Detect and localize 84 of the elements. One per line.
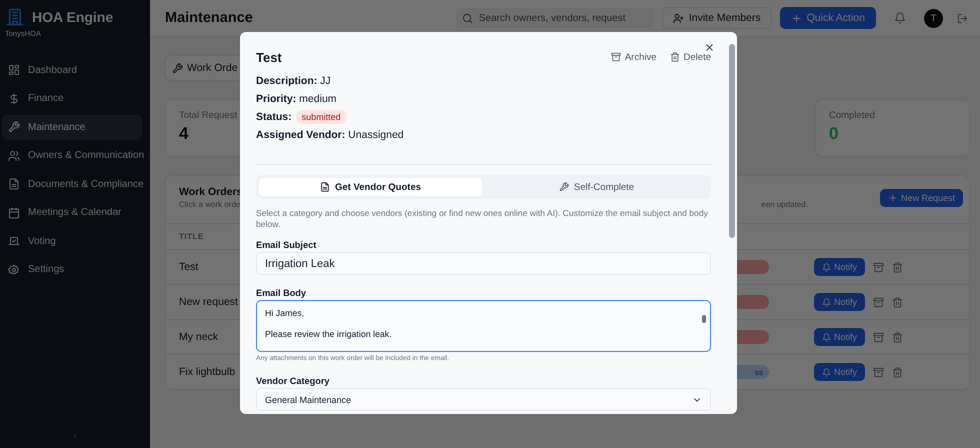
wrench-icon [8, 121, 20, 134]
sidebar-item[interactable]: Documents & Compliance [2, 172, 142, 196]
dashboard-icon [8, 64, 20, 76]
bell-icon [822, 368, 831, 376]
detail-line: Priority: medium [256, 93, 337, 105]
trash-icon [892, 296, 904, 308]
plus-icon [790, 12, 802, 24]
search-field[interactable]: Search owners, vendors, request [456, 8, 654, 28]
trash-icon [670, 52, 680, 62]
bell-icon [822, 332, 831, 342]
bell-icon [822, 298, 831, 306]
scrollbar-thumb[interactable] [702, 315, 706, 323]
status-badge: submitted [296, 110, 347, 124]
vendor-category-select[interactable]: General Maintenance [256, 388, 711, 411]
sidebar-item[interactable]: Maintenance [2, 115, 142, 140]
delete-button[interactable]: Delete [670, 52, 711, 62]
field-label: Email Subject [256, 240, 318, 250]
email-body-field[interactable]: Hi James, Please review the irrigation leak. [256, 300, 711, 352]
close-button[interactable] [704, 42, 715, 53]
invite-members-button[interactable]: Invite Members [662, 7, 772, 29]
notify-button[interactable]: Notify [814, 363, 866, 381]
settings-icon [8, 264, 20, 276]
table-cell: Test [179, 261, 198, 273]
page-title: Maintenance [165, 10, 254, 26]
document-icon [320, 182, 330, 192]
field-label: Vendor Category [256, 376, 331, 386]
dollar-icon [8, 92, 20, 105]
tab[interactable]: Get Vendor Quotes [259, 178, 482, 196]
sidebar-item[interactable]: Owners & Communication [2, 144, 142, 168]
sidebar-item[interactable]: Finance [2, 86, 142, 111]
sidebar-item[interactable]: Meetings & Calendar [2, 200, 142, 225]
bell-icon [822, 262, 831, 272]
section-subtitle: Click a work orde [179, 200, 240, 209]
trash-icon [892, 366, 904, 378]
scrollbar-thumb[interactable] [729, 44, 735, 238]
calendar-icon [8, 206, 20, 219]
app-name: HOA Engine [32, 9, 114, 25]
sidebar-item[interactable]: Voting [2, 229, 142, 254]
trash-icon [892, 332, 904, 342]
tab[interactable]: Self-Complete [485, 178, 708, 196]
stat-value: 4 [179, 124, 188, 144]
detail-line: Assigned Vendor: Unassigned [256, 129, 404, 141]
collapse-chevron-icon [71, 432, 79, 440]
building-logo-icon [6, 8, 24, 26]
stat-label: Total Request [179, 110, 238, 121]
detail-line: Description: JJ [256, 75, 331, 87]
quick-action-button[interactable]: Quick Action [780, 7, 876, 29]
notify-button[interactable]: Notify [814, 328, 866, 346]
archive-icon [610, 52, 621, 62]
stat-label: Completed [829, 110, 875, 121]
search-icon [462, 12, 473, 24]
stat-value: 0 [829, 124, 838, 144]
wrench-icon [558, 182, 569, 192]
archive-icon [873, 262, 884, 272]
section-subtitle: een updated. [761, 200, 808, 209]
ballot-box-icon [8, 235, 20, 248]
table-cell: New request [179, 296, 238, 308]
sidebar-item[interactable]: Dashboard [2, 58, 142, 82]
email-subject-field[interactable]: Irrigation Leak [256, 252, 711, 275]
users-icon [8, 150, 20, 162]
table-cell: Fix lightbulb [179, 366, 236, 378]
detail-label: Status: [256, 111, 292, 123]
wrench-icon [172, 62, 183, 74]
column-header: TITLE [179, 232, 204, 241]
close-icon [704, 42, 715, 53]
archive-button[interactable]: Archive [610, 52, 657, 62]
user-avatar[interactable]: T [924, 8, 943, 28]
sidebar-item[interactable]: Settings [2, 258, 142, 282]
new-request-button[interactable]: New Request [880, 188, 963, 206]
document-icon [8, 178, 20, 190]
archive-icon [873, 366, 884, 378]
notify-button[interactable]: Notify [814, 293, 866, 311]
table-cell: My neck [179, 331, 218, 343]
archive-icon [873, 332, 884, 342]
logout-icon [957, 12, 968, 24]
trash-icon [892, 262, 904, 272]
plus-icon [888, 192, 898, 202]
help-text: Select a category and choose vendors (existing or find new ones online with AI). Customize the email subject and body below. [256, 208, 709, 230]
modal-title: Test [256, 50, 283, 64]
archive-icon [873, 296, 884, 308]
notify-button[interactable]: Notify [814, 258, 866, 276]
field-label: Email Body [256, 288, 308, 298]
notifications-icon [894, 12, 906, 24]
user-plus-icon [672, 12, 684, 24]
